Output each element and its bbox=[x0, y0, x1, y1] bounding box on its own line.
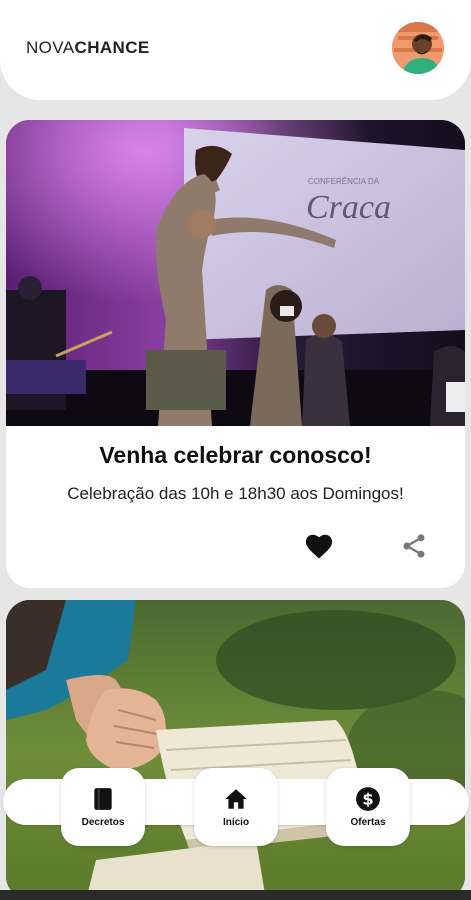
book-icon bbox=[94, 788, 112, 810]
screen-title-text: Craca bbox=[306, 189, 391, 226]
event-card[interactable]: Craca CONFERÊNCIA DA Venha celebrar cono… bbox=[6, 120, 465, 588]
event-subtitle: Celebração das 10h e 18h30 aos Domingos! bbox=[67, 484, 404, 503]
nav-inicio-label: Início bbox=[222, 817, 250, 828]
app-screen: NOVACHANCE Craca CONFERÊNCIA DA Venha ce… bbox=[0, 0, 471, 900]
nav-ofertas-label: Ofertas bbox=[350, 817, 386, 828]
nav-decretos-label: Decretos bbox=[81, 817, 125, 828]
app-logo: NOVACHANCE bbox=[26, 38, 150, 58]
screen-small-text: CONFERÊNCIA DA bbox=[308, 177, 380, 186]
heart-icon[interactable] bbox=[304, 532, 334, 560]
dollar-icon: $ bbox=[356, 787, 380, 811]
system-bar bbox=[0, 890, 471, 900]
avatar-image bbox=[392, 22, 444, 74]
event-photo: Craca CONFERÊNCIA DA bbox=[6, 120, 465, 426]
logo-light-text: NOVA bbox=[26, 38, 75, 57]
nav-decretos[interactable]: Decretos bbox=[61, 768, 145, 846]
prayer-photo-image bbox=[6, 600, 465, 900]
prayer-photo bbox=[6, 600, 465, 900]
event-title: Venha celebrar conosco! bbox=[99, 442, 372, 468]
worship-photo-image: Craca CONFERÊNCIA DA bbox=[6, 120, 465, 426]
home-icon bbox=[225, 789, 247, 809]
share-icon[interactable] bbox=[400, 532, 428, 560]
app-header: NOVACHANCE bbox=[0, 0, 471, 100]
prayer-card[interactable] bbox=[6, 600, 465, 900]
nav-ofertas[interactable]: $ Ofertas bbox=[326, 768, 410, 846]
logo-bold-text: CHANCE bbox=[74, 38, 150, 57]
svg-text:$: $ bbox=[362, 789, 373, 808]
nav-inicio[interactable]: Início bbox=[194, 768, 278, 846]
avatar[interactable] bbox=[392, 22, 444, 74]
